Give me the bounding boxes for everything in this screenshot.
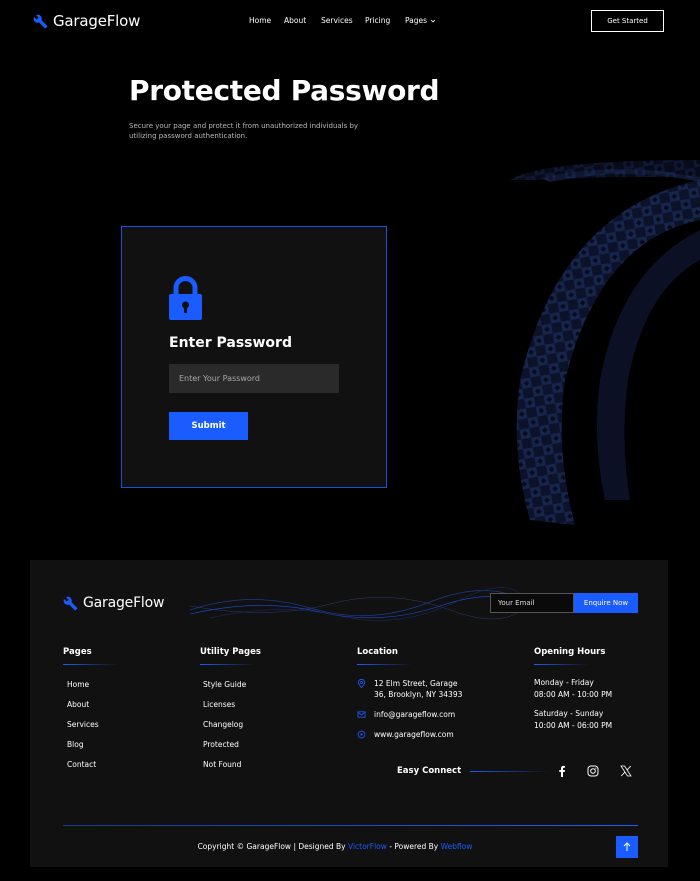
footer-divider <box>63 825 638 826</box>
map-pin-icon <box>357 679 366 688</box>
brand-name: GarageFlow <box>53 12 141 30</box>
submit-button[interactable]: Submit <box>169 412 248 440</box>
copyright-text: Copyright © GarageFlow | Designed By Vic… <box>30 842 640 851</box>
opening-hours-heading: Opening Hours <box>534 647 606 657</box>
top-navbar: GarageFlow Home About Services Pricing P… <box>0 0 700 44</box>
nav-home[interactable]: Home <box>249 16 284 25</box>
footer-link-home[interactable]: Home <box>67 680 99 700</box>
pages-heading: Pages <box>63 647 92 657</box>
powered-prefix: - Powered By <box>386 842 441 851</box>
x-twitter-icon[interactable] <box>620 765 632 777</box>
easy-connect-label: Easy Connect <box>397 766 462 776</box>
pages-links: Home About Services Blog Contact <box>67 680 99 780</box>
pages-underline <box>63 664 118 665</box>
footer-link-protected[interactable]: Protected <box>203 740 246 760</box>
password-card: Enter Password Submit <box>121 226 387 488</box>
hours-underline <box>534 664 589 665</box>
arrow-up-icon <box>623 842 631 851</box>
form-title: Enter Password <box>169 335 292 351</box>
easy-connect-line <box>470 771 550 772</box>
wrench-icon <box>33 14 48 28</box>
webflow-link[interactable]: Webflow <box>441 842 473 851</box>
enquire-now-button[interactable]: Enquire Now <box>574 593 638 613</box>
footer-link-licenses[interactable]: Licenses <box>203 700 246 720</box>
nav-pricing[interactable]: Pricing <box>365 16 405 25</box>
weekday-time: 08:00 AM - 10:00 PM <box>534 690 613 699</box>
scroll-to-top-button[interactable] <box>616 836 638 858</box>
website-contact[interactable]: www.garageflow.com <box>357 729 454 740</box>
designer-link[interactable]: VictorFlow <box>348 842 387 851</box>
page-title: Protected Password <box>129 74 440 107</box>
mail-icon <box>357 711 366 718</box>
footer-link-changelog[interactable]: Changelog <box>203 720 246 740</box>
copyright-prefix: Copyright © GarageFlow | Designed By <box>197 842 348 851</box>
website-text: www.garageflow.com <box>374 730 454 739</box>
email-contact[interactable]: info@garageflow.com <box>357 709 455 720</box>
weekend-label: Saturday - Sunday <box>534 709 604 718</box>
weekend-time: 10:00 AM - 06:00 PM <box>534 721 613 730</box>
address-line-2: 36, Brooklyn, NY 34393 <box>374 690 463 699</box>
weekday-hours: Monday - Friday 08:00 AM - 10:00 PM <box>534 677 612 701</box>
brand-logo[interactable]: GarageFlow <box>33 12 140 30</box>
address: 12 Elm Street, Garage 36, Brooklyn, NY 3… <box>357 678 462 700</box>
footer-brand-name: GarageFlow <box>83 595 165 611</box>
nav-pages-dropdown[interactable]: Pages <box>405 16 436 25</box>
footer-link-blog[interactable]: Blog <box>67 740 99 760</box>
location-underline <box>357 664 412 665</box>
lock-icon <box>169 276 202 320</box>
weekend-hours: Saturday - Sunday 10:00 AM - 06:00 PM <box>534 708 612 732</box>
location-heading: Location <box>357 647 398 657</box>
nav-about[interactable]: About <box>284 16 321 25</box>
page-subtitle: Secure your page and protect it from una… <box>129 122 359 140</box>
footer-brand-logo[interactable]: GarageFlow <box>63 595 164 611</box>
utility-underline <box>200 664 255 665</box>
nav-pages-label: Pages <box>405 16 428 25</box>
footer-link-style-guide[interactable]: Style Guide <box>203 680 246 700</box>
weekday-label: Monday - Friday <box>534 678 594 687</box>
nav-services[interactable]: Services <box>321 16 365 25</box>
main-menu: Home About Services Pricing Pages <box>249 16 436 25</box>
footer-link-contact[interactable]: Contact <box>67 760 99 780</box>
get-started-button[interactable]: Get Started <box>591 10 664 32</box>
chevron-down-icon <box>430 19 436 23</box>
utility-links: Style Guide Licenses Changelog Protected… <box>203 680 246 780</box>
footer-link-not-found[interactable]: Not Found <box>203 760 246 780</box>
tire-track-graphic <box>510 160 700 525</box>
instagram-icon[interactable] <box>587 765 599 777</box>
newsletter-email-input[interactable]: Your Email <box>490 593 574 613</box>
decorative-wave-lines <box>190 587 530 621</box>
globe-icon <box>357 730 366 739</box>
address-text: 12 Elm Street, Garage 36, Brooklyn, NY 3… <box>374 678 462 700</box>
footer-link-about[interactable]: About <box>67 700 99 720</box>
password-input[interactable] <box>169 364 339 393</box>
facebook-icon[interactable] <box>556 765 568 777</box>
footer-link-services[interactable]: Services <box>67 720 99 740</box>
footer: GarageFlow Your Email Enquire Now Pages … <box>30 560 668 867</box>
wrench-icon <box>63 596 78 610</box>
utility-pages-heading: Utility Pages <box>200 647 261 657</box>
address-line-1: 12 Elm Street, Garage <box>374 679 458 688</box>
email-text: info@garageflow.com <box>374 710 456 719</box>
